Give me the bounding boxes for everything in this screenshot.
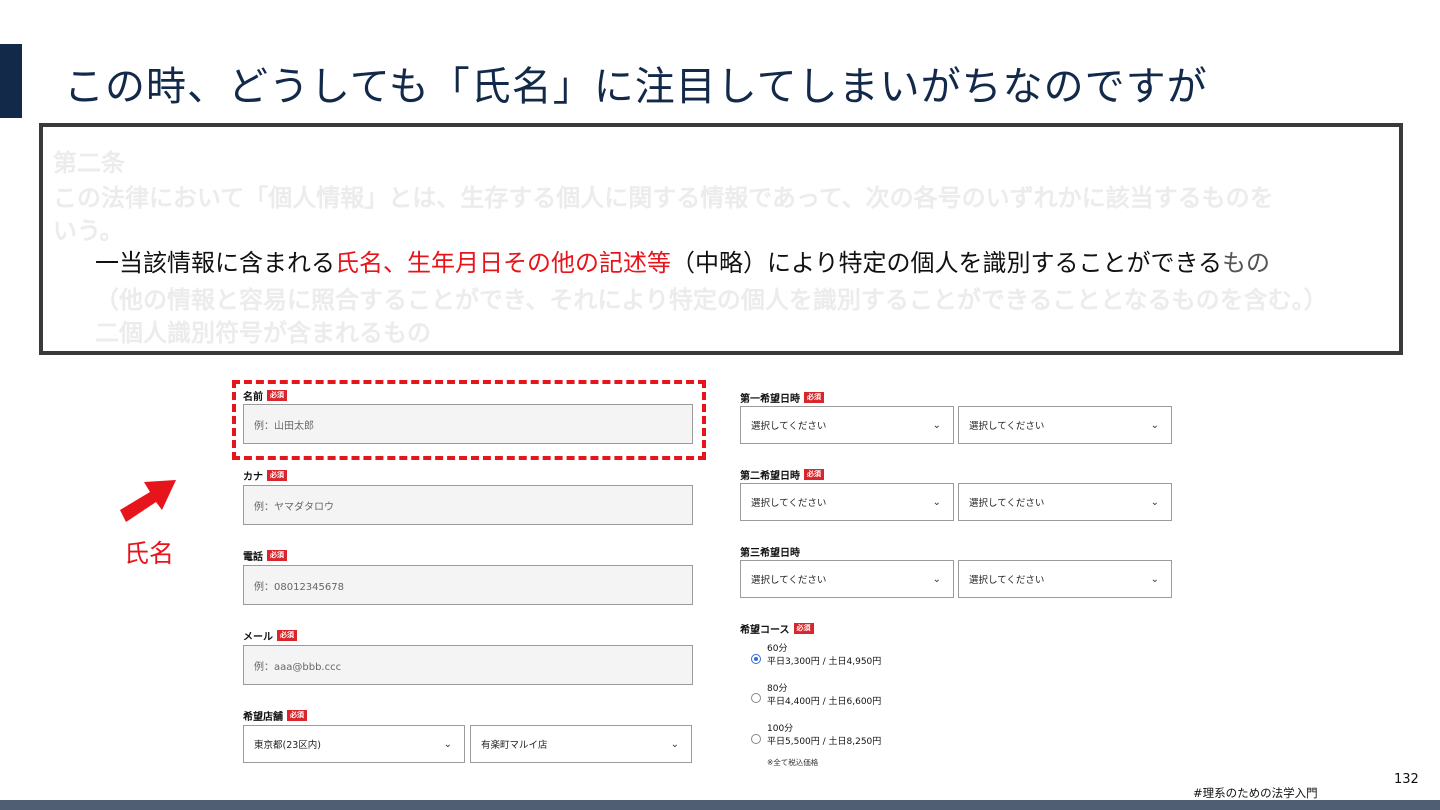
name-highlight-box — [232, 380, 706, 460]
store-label: 希望店舗 — [243, 712, 283, 723]
date2-label-row: 第二希望日時 必須 — [740, 467, 824, 482]
law-item-1-prefix: 一当該情報に含まれる — [95, 249, 335, 277]
date3-time-value: 選択してください — [969, 575, 1045, 586]
course-60-radio[interactable] — [751, 654, 761, 664]
date1-time-value: 選択してください — [969, 421, 1045, 432]
date3-time-select[interactable]: 選択してください ⌄ — [958, 560, 1172, 598]
chevron-down-icon: ⌄ — [932, 419, 941, 431]
slide-title: この時、どうしても「氏名」に注目してしまいがちなのですが — [64, 64, 1208, 110]
law-item-1-end: もの — [1222, 249, 1271, 277]
law-text-box: 第二条 この法律において「個人情報」とは、生存する個人に関する情報であって、次の… — [39, 123, 1403, 355]
chevron-down-icon: ⌄ — [1150, 573, 1159, 585]
required-badge: 必須 — [267, 470, 287, 481]
store-branch-select[interactable]: 有楽町マルイ店 ⌄ — [470, 725, 692, 763]
course-60-option: 60分 平日3,300円 / 土日4,950円 — [767, 643, 881, 669]
law-item-2: 二個人識別符号が含まれるもの — [95, 319, 431, 347]
email-label-row: メール 必須 — [243, 628, 297, 643]
course-80-option: 80分 平日4,400円 / 土日6,600円 — [767, 683, 881, 709]
course-80-price: 平日4,400円 / 土日6,600円 — [767, 697, 882, 707]
course-100-price: 平日5,500円 / 土日8,250円 — [767, 737, 882, 747]
footer-hashtag: #理系のための法学入門 — [1193, 786, 1318, 800]
email-label: メール — [243, 632, 273, 643]
law-item-1-highlight: 氏名、生年月日その他の記述等 — [335, 249, 671, 277]
course-60-price: 平日3,300円 / 土日4,950円 — [767, 657, 882, 667]
required-badge: 必須 — [804, 392, 824, 403]
store-label-row: 希望店舗 必須 — [243, 708, 307, 723]
law-item-1: 一当該情報に含まれる氏名、生年月日その他の記述等（中略）により特定の個人を識別す… — [95, 243, 1270, 278]
course-100-duration: 100分 — [767, 724, 794, 734]
date2-date-value: 選択してください — [751, 498, 827, 509]
course-80-radio[interactable] — [751, 693, 761, 703]
course-label: 希望コース — [740, 625, 790, 636]
date1-time-select[interactable]: 選択してください ⌄ — [958, 406, 1172, 444]
phone-input[interactable]: 例：08012345678 — [243, 565, 693, 605]
date2-time-value: 選択してください — [969, 498, 1045, 509]
course-80-duration: 80分 — [767, 684, 788, 694]
kana-label: カナ — [243, 472, 263, 483]
email-input[interactable]: 例：aaa@bbb.ccc — [243, 645, 693, 685]
date3-date-select[interactable]: 選択してください ⌄ — [740, 560, 954, 598]
date1-label: 第一希望日時 — [740, 394, 800, 405]
chevron-down-icon: ⌄ — [932, 573, 941, 585]
store-region-value: 東京都(23区内) — [254, 740, 322, 751]
store-region-select[interactable]: 東京都(23区内) ⌄ — [243, 725, 465, 763]
law-article: 第二条 — [53, 149, 125, 177]
date1-date-value: 選択してください — [751, 421, 827, 432]
kana-input[interactable]: 例：ヤマダタロウ — [243, 485, 693, 525]
arrow-icon — [120, 480, 176, 522]
phone-label-row: 電話 必須 — [243, 548, 287, 563]
footer-bar — [0, 800, 1440, 810]
course-100-radio[interactable] — [751, 734, 761, 744]
date3-label-row: 第三希望日時 — [740, 544, 800, 559]
tax-note: ※全て税込価格 — [767, 758, 819, 767]
law-item-1-middle: （中略）により特定の個人を識別することができる — [671, 249, 1223, 277]
law-paragraph-line2: いう。 — [53, 217, 124, 245]
required-badge: 必須 — [267, 550, 287, 561]
phone-label: 電話 — [243, 552, 263, 563]
kana-label-row: カナ 必須 — [243, 468, 287, 483]
store-branch-value: 有楽町マルイ店 — [481, 740, 548, 751]
course-label-row: 希望コース 必須 — [740, 621, 814, 636]
callout-label: 氏名 — [124, 539, 175, 568]
date2-label: 第二希望日時 — [740, 471, 800, 482]
required-badge: 必須 — [287, 710, 307, 721]
chevron-down-icon: ⌄ — [670, 738, 679, 750]
law-item-1-continuation: （他の情報と容易に照合することができ、それにより特定の個人を識別することができる… — [95, 286, 1328, 314]
title-accent-bar — [0, 44, 22, 118]
chevron-down-icon: ⌄ — [1150, 419, 1159, 431]
page-number: 132 — [1394, 772, 1419, 787]
date2-time-select[interactable]: 選択してください ⌄ — [958, 483, 1172, 521]
required-badge: 必須 — [793, 623, 814, 634]
chevron-down-icon: ⌄ — [443, 738, 452, 750]
chevron-down-icon: ⌄ — [932, 496, 941, 508]
date2-date-select[interactable]: 選択してください ⌄ — [740, 483, 954, 521]
chevron-down-icon: ⌄ — [1150, 496, 1159, 508]
course-100-option: 100分 平日5,500円 / 土日8,250円 — [767, 723, 881, 749]
date1-label-row: 第一希望日時 必須 — [740, 390, 824, 405]
date3-label: 第三希望日時 — [740, 548, 800, 559]
date3-date-value: 選択してください — [751, 575, 827, 586]
date1-date-select[interactable]: 選択してください ⌄ — [740, 406, 954, 444]
law-paragraph-line1: この法律において「個人情報」とは、生存する個人に関する情報であって、次の各号のい… — [53, 184, 1274, 212]
required-badge: 必須 — [804, 469, 824, 480]
course-60-duration: 60分 — [767, 644, 788, 654]
required-badge: 必須 — [277, 630, 297, 641]
